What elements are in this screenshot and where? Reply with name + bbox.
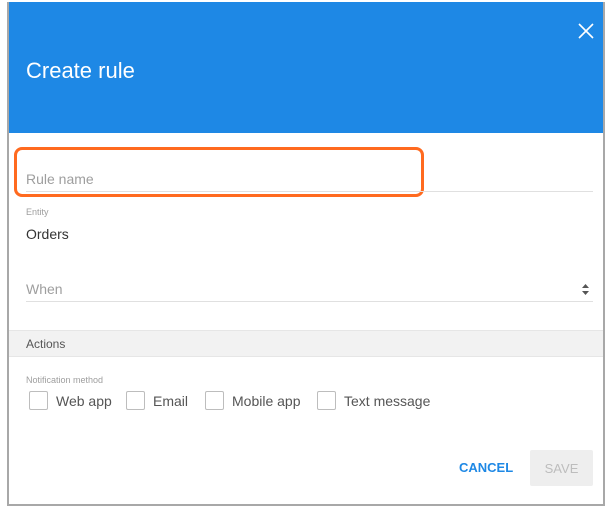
checkbox-box[interactable] (126, 391, 145, 410)
checkbox-box[interactable] (205, 391, 224, 410)
actions-section-header: Actions (9, 330, 603, 357)
entity-label: Entity (26, 207, 49, 217)
close-icon[interactable] (577, 22, 595, 40)
cancel-button[interactable]: CANCEL (459, 460, 513, 475)
checkbox-box[interactable] (29, 391, 48, 410)
create-rule-dialog: Create rule Rule name Entity Orders When… (7, 2, 605, 506)
dialog-title: Create rule (26, 58, 135, 83)
save-button[interactable]: SAVE (530, 450, 593, 486)
notification-method-label: Notification method (26, 375, 104, 385)
when-select[interactable]: When (26, 281, 593, 297)
sort-arrows-icon (582, 284, 589, 295)
when-placeholder: When (26, 281, 63, 297)
checkbox-label: Mobile app (232, 392, 301, 409)
rule-name-input[interactable]: Rule name (26, 171, 94, 187)
rule-name-underline (26, 191, 593, 192)
checkbox-web-app[interactable]: Web app (29, 391, 112, 410)
checkbox-box[interactable] (317, 391, 336, 410)
checkbox-label: Web app (56, 392, 112, 409)
checkbox-label: Text message (344, 392, 431, 409)
checkbox-mobile-app[interactable]: Mobile app (205, 391, 301, 410)
checkbox-text-message[interactable]: Text message (317, 391, 430, 410)
checkbox-label: Email (153, 392, 189, 409)
checkbox-email[interactable]: Email (126, 391, 188, 410)
dialog-header: Create rule (9, 2, 603, 133)
actions-label: Actions (26, 337, 66, 351)
entity-value: Orders (26, 226, 69, 242)
when-underline (26, 301, 593, 302)
